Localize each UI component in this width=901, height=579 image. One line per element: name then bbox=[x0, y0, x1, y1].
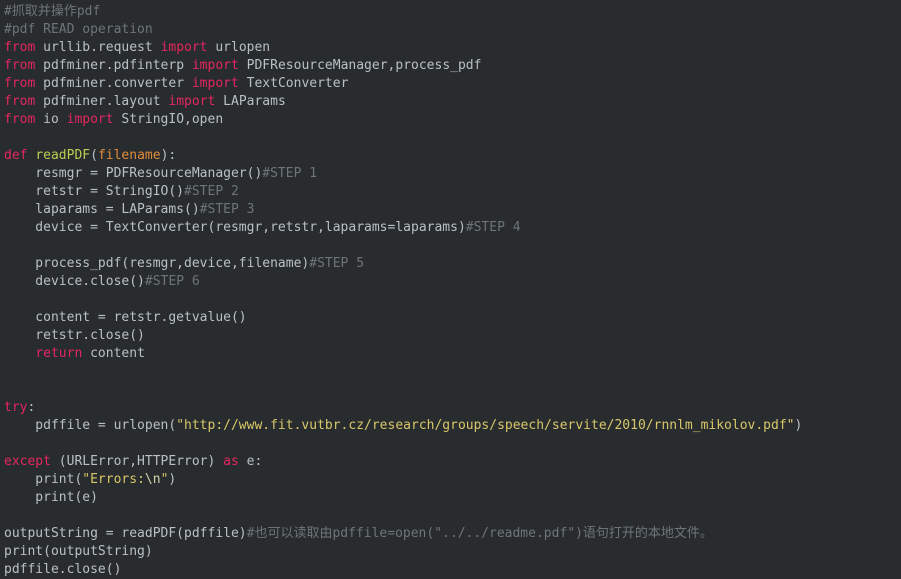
token-plain: process_pdf(resmgr,device,filename) bbox=[4, 256, 310, 271]
code-editor[interactable]: #抓取并操作pdf #pdf READ operation from urllib.… bbox=[0, 0, 901, 577]
code-line: return content bbox=[4, 345, 901, 363]
token-keyword: except bbox=[4, 454, 51, 469]
token-plain: pdffile.close() bbox=[4, 562, 122, 577]
code-line: device.close()#STEP 6 bbox=[4, 273, 901, 291]
token-keyword: import bbox=[66, 112, 114, 127]
token-keyword: import bbox=[191, 58, 239, 73]
token-escape: \n bbox=[144, 472, 161, 487]
code-line: from urllib.request import urlopen bbox=[4, 39, 901, 57]
token-plain: io bbox=[35, 112, 67, 127]
token-plain: device = TextConverter(resmgr,retstr,lap… bbox=[4, 220, 466, 235]
token-punc: ) bbox=[794, 418, 803, 433]
token-plain: StringIO,open bbox=[113, 112, 224, 127]
token-comment: #STEP 4 bbox=[465, 220, 521, 235]
token-plain: outputString = readPDF(pdffile) bbox=[4, 526, 247, 541]
token-keyword: from bbox=[4, 58, 36, 73]
token-punc: ): bbox=[160, 148, 177, 163]
code-line: from pdfminer.pdfinterp import PDFResour… bbox=[4, 57, 901, 75]
code-line: laparams = LAParams()#STEP 3 bbox=[4, 201, 901, 219]
token-keyword: from bbox=[4, 76, 36, 91]
token-plain: PDFResourceManager,process_pdf bbox=[238, 58, 482, 73]
code-line: pdffile = urlopen("http://www.fit.vutbr.… bbox=[4, 417, 901, 435]
token-plain: print(e) bbox=[4, 490, 98, 505]
token-comment: #STEP 1 bbox=[262, 166, 318, 181]
token-comment: #也可以读取由pdffile=open("../../readme.pdf")语… bbox=[246, 526, 713, 541]
token-keyword: import bbox=[191, 76, 239, 91]
token-keyword: from bbox=[4, 112, 36, 127]
code-line: print("Errors:\n") bbox=[4, 471, 901, 489]
token-plain: print(outputString) bbox=[4, 544, 153, 559]
code-line: from pdfminer.converter import TextConve… bbox=[4, 75, 901, 93]
token-plain: print( bbox=[4, 472, 83, 487]
code-line: from pdfminer.layout import LAParams bbox=[4, 93, 901, 111]
token-comment: #STEP 5 bbox=[309, 256, 365, 271]
token-keyword: def bbox=[4, 148, 28, 163]
code-line: from io import StringIO,open bbox=[4, 111, 901, 129]
code-line: print(outputString) bbox=[4, 543, 901, 561]
token-punc: ( bbox=[90, 148, 98, 163]
token-plain: device.close() bbox=[4, 274, 145, 289]
token-keyword: as bbox=[223, 454, 239, 469]
token-plain: pdffile = urlopen( bbox=[4, 418, 177, 433]
token-comment: #STEP 6 bbox=[144, 274, 200, 289]
token-punc: : bbox=[27, 400, 36, 415]
token-comment: #抓取并操作pdf bbox=[4, 4, 101, 19]
token-keyword: try bbox=[4, 400, 28, 415]
token-keyword: import bbox=[160, 40, 208, 55]
code-line: #pdf READ operation bbox=[4, 21, 901, 39]
token-comment: #STEP 3 bbox=[199, 202, 255, 217]
code-line: resmgr = PDFResourceManager()#STEP 1 bbox=[4, 165, 901, 183]
token-plain: retstr = StringIO() bbox=[4, 184, 185, 199]
token-punc: ) bbox=[168, 472, 177, 487]
token-plain: pdfminer.converter bbox=[35, 76, 192, 91]
token-plain: pdfminer.pdfinterp bbox=[35, 58, 192, 73]
code-line: content = retstr.getvalue() bbox=[4, 309, 901, 327]
token-keyword: return bbox=[35, 346, 83, 361]
token-string: "Errors: bbox=[82, 472, 145, 487]
token-keyword: import bbox=[168, 94, 216, 109]
token-comment: #STEP 2 bbox=[184, 184, 239, 199]
code-line: pdffile.close() bbox=[4, 561, 901, 579]
token-plain: resmgr = PDFResourceManager() bbox=[4, 166, 263, 181]
token-function: readPDF bbox=[35, 148, 91, 163]
token-plain: pdfminer.layout bbox=[35, 94, 169, 109]
token-keyword: from bbox=[4, 94, 36, 109]
token-parameter: filename bbox=[97, 148, 161, 163]
token-plain: e: bbox=[238, 454, 263, 469]
code-line: retstr = StringIO()#STEP 2 bbox=[4, 183, 901, 201]
code-line: outputString = readPDF(pdffile)#也可以读取由pd… bbox=[4, 525, 901, 543]
token-plain: urllib.request bbox=[35, 40, 161, 55]
token-plain: laparams = LAParams() bbox=[4, 202, 200, 217]
code-line: #抓取并操作pdf bbox=[4, 3, 901, 21]
token-plain: urlopen bbox=[207, 40, 271, 55]
token-plain: TextConverter bbox=[238, 76, 349, 91]
code-line: retstr.close() bbox=[4, 327, 901, 345]
token-plain: retstr.close() bbox=[4, 328, 145, 343]
token-keyword: from bbox=[4, 40, 36, 55]
token-string: "http://www.fit.vutbr.cz/research/groups… bbox=[176, 418, 795, 433]
code-line: def readPDF(filename): bbox=[4, 147, 901, 165]
code-line: except (URLError,HTTPError) as e: bbox=[4, 453, 901, 471]
code-line: device = TextConverter(resmgr,retstr,lap… bbox=[4, 219, 901, 237]
code-line: try: bbox=[4, 399, 901, 417]
token-plain: content bbox=[82, 346, 145, 361]
token-plain: (URLError,HTTPError) bbox=[50, 454, 224, 469]
code-line: process_pdf(resmgr,device,filename)#STEP… bbox=[4, 255, 901, 273]
token-plain: content = retstr.getvalue() bbox=[4, 310, 247, 325]
token-plain: LAParams bbox=[215, 94, 286, 109]
code-line: print(e) bbox=[4, 489, 901, 507]
token-comment: #pdf READ operation bbox=[4, 22, 153, 37]
